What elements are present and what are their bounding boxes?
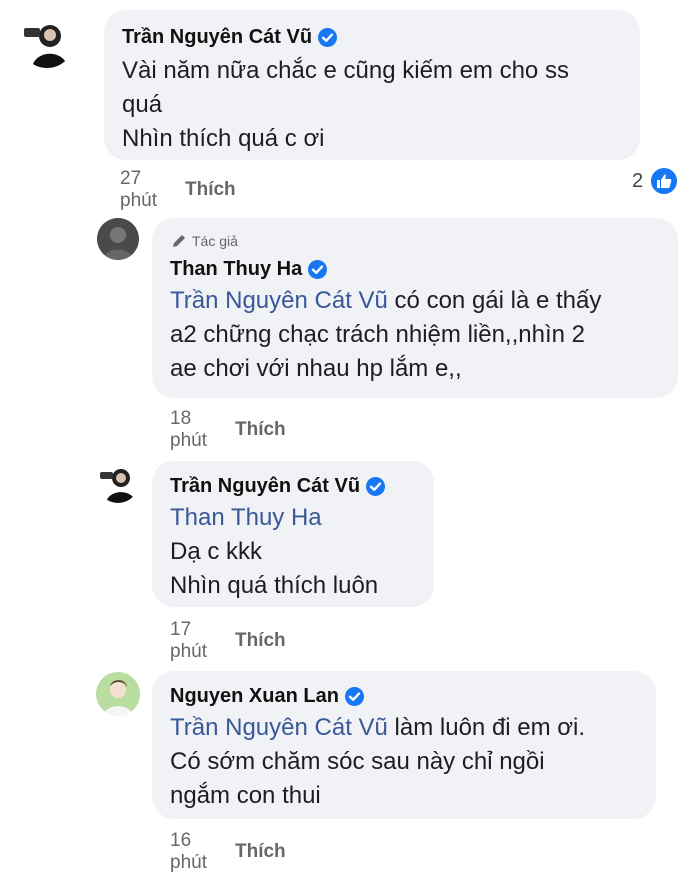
like-button[interactable]: Thích <box>185 179 236 201</box>
verified-badge-icon <box>318 27 338 47</box>
comment-text-line: Trần Nguyên Cát Vũ có con gái là e thấy <box>170 284 660 318</box>
comment-text-line: ae chơi với nhau hp lắm e,, <box>170 355 462 382</box>
comment-text-line: Trần Nguyên Cát Vũ làm luôn đi em ơi. <box>170 711 638 745</box>
author-name[interactable]: Nguyen Xuan Lan <box>170 685 339 708</box>
comment-bubble: Nguyen Xuan Lan Trần Nguyên Cát Vũ làm l… <box>152 671 656 819</box>
avatar[interactable] <box>97 461 139 503</box>
reaction-count[interactable]: 2 <box>632 166 680 196</box>
timestamp[interactable]: 18 phút <box>170 408 207 452</box>
timestamp[interactable]: 17 phút <box>170 619 207 663</box>
verified-badge-icon <box>344 686 364 706</box>
comment-text-line: quá <box>122 91 163 118</box>
comment-text-line: Có sớm chăm sóc sau này chỉ ngồi <box>170 748 545 775</box>
mention-link[interactable]: Trần Nguyên Cát Vũ <box>170 287 388 314</box>
comment-text: làm luôn đi em ơi. <box>387 714 586 741</box>
comment-meta: 16 phút Thích <box>170 830 286 874</box>
author-badge: Tác giả <box>192 233 238 249</box>
comment-text-line: Than Thuy Ha <box>170 501 416 535</box>
comment-text-line: Nhìn thích quá c ơi <box>122 125 325 152</box>
avatar-photo-icon <box>97 218 139 260</box>
verified-badge-icon <box>308 259 328 279</box>
author-name[interactable]: Trần Nguyên Cát Vũ <box>122 26 312 49</box>
comment-meta: 27 phút Thích <box>120 168 236 212</box>
avatar[interactable] <box>97 218 139 260</box>
reaction-count-number: 2 <box>632 169 644 192</box>
timestamp[interactable]: 16 phút <box>170 830 207 874</box>
avatar-photo-icon <box>96 672 140 716</box>
avatar[interactable] <box>20 14 74 68</box>
mention-link[interactable]: Trần Nguyên Cát Vũ <box>170 714 388 741</box>
like-button[interactable]: Thích <box>235 841 286 863</box>
timestamp[interactable]: 27 phút <box>120 168 157 212</box>
author-name[interactable]: Trần Nguyên Cát Vũ <box>170 475 360 498</box>
pencil-icon <box>173 235 185 247</box>
comment-meta: 17 phút Thích <box>170 619 286 663</box>
comment-text: có con gái là e thấy <box>387 287 602 314</box>
comment-text-line: ngắm con thui <box>170 782 321 809</box>
comment-text-line: Dạ c kkk <box>170 538 263 565</box>
author-name[interactable]: Than Thuy Ha <box>170 258 302 281</box>
mention-link[interactable]: Than Thuy Ha <box>170 504 322 531</box>
avatar[interactable] <box>96 672 140 716</box>
thumbs-up-icon <box>649 166 680 196</box>
verified-badge-icon <box>366 476 386 496</box>
avatar-photo-icon <box>24 25 68 68</box>
like-button[interactable]: Thích <box>235 630 286 652</box>
comment-text-line: Nhìn quá thích luôn <box>170 572 379 599</box>
comment-meta: 18 phút Thích <box>170 408 286 452</box>
comment-bubble: Tác giả Than Thuy Ha Trần Nguyên Cát Vũ … <box>152 218 678 398</box>
comment-text-line: Vài năm nữa chắc e cũng kiếm em cho ss <box>122 57 569 84</box>
comment-bubble: Trần Nguyên Cát Vũ Than Thuy Ha Dạ c kkk… <box>152 461 434 607</box>
comment-text-line: a2 chững chạc trách nhiệm liền,,nhìn 2 <box>170 321 585 348</box>
avatar-photo-icon <box>100 469 136 503</box>
like-button[interactable]: Thích <box>235 419 286 441</box>
comment-bubble: Trần Nguyên Cát Vũ Vài năm nữa chắc e cũ… <box>104 10 640 160</box>
